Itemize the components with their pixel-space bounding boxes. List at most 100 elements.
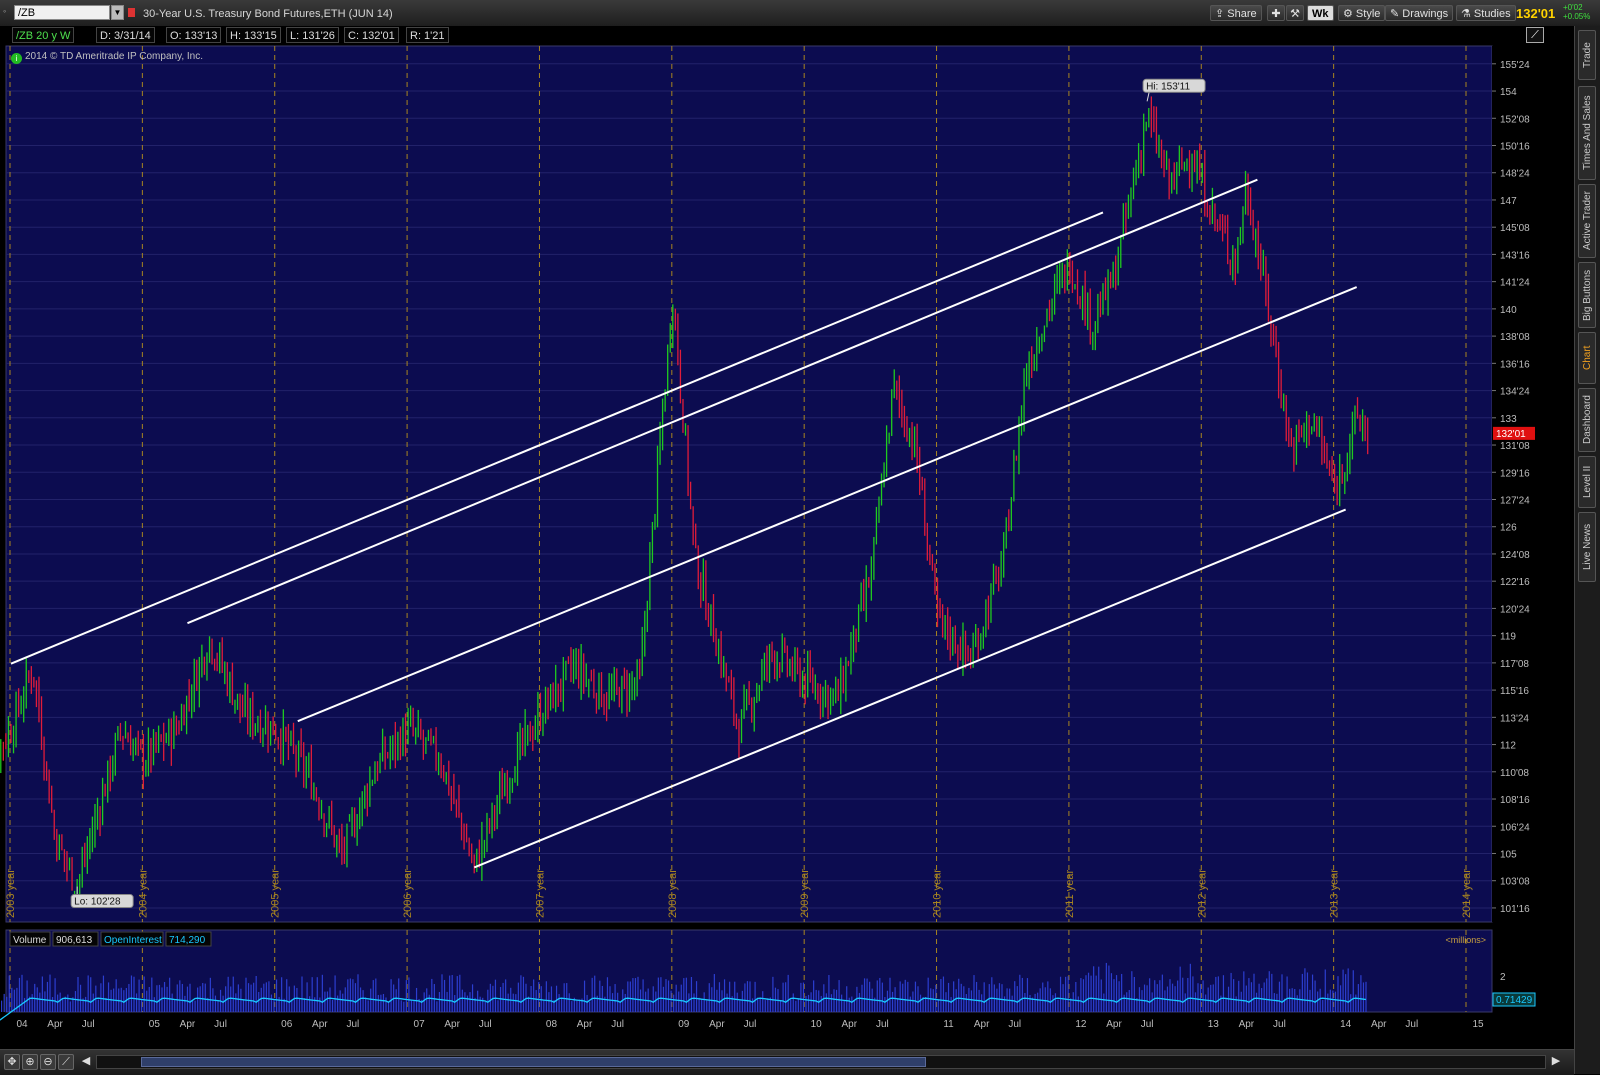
time-tick-label: Apr [974,1019,990,1030]
side-tab-active-trader[interactable]: Active Trader [1578,184,1596,258]
bottom-toolbar: ✥ ⊕ ⊖ ⟋ ◀ ▶ [0,1049,1574,1075]
oi-marker-label: 0.71429 [1496,995,1533,1006]
price-tick-label: 134'24 [1500,387,1530,398]
symbol-dropdown-icon[interactable]: ▼ [111,5,124,20]
share-label: Share [1227,8,1257,20]
price-tick-label: 141'24 [1500,278,1530,289]
zoom-out-icon[interactable]: ⊖ [40,1054,56,1070]
settings-tool-button[interactable]: ⚒ [1286,5,1304,21]
info-date: D: 3/31/14 [96,27,155,43]
price-tick-label: 113'24 [1500,713,1529,724]
time-tick-label: Apr [47,1019,63,1030]
copyright-text: 2014 © TD Ameritrade IP Company, Inc. [25,51,204,62]
price-tick-label: 101'16 [1500,904,1530,915]
price-tick-label: 154 [1500,87,1517,98]
time-tick-label: Jul [1141,1019,1154,1030]
time-tick-label: Jul [876,1019,889,1030]
info-high: H: 133'15 [226,27,281,43]
year-label: 2004 year [137,869,149,918]
time-tick-label: Jul [1405,1019,1418,1030]
time-tick-label: Apr [841,1019,857,1030]
style-label: Style [1355,8,1381,20]
volume-label: Volume [13,935,47,946]
side-tab-live-news[interactable]: Live News [1578,512,1596,582]
side-tab-big-buttons[interactable]: Big Buttons [1578,262,1596,328]
price-tick-label: 126 [1500,523,1517,534]
studies-button[interactable]: ⚗ Studies [1456,5,1516,21]
wrench-icon: ⚒ [1290,8,1300,20]
year-label: 2006 year [402,869,414,918]
price-tick-label: 105 [1500,849,1517,860]
share-icon: ⇪ [1215,8,1228,20]
time-tick-label: Apr [444,1019,460,1030]
time-tick-label: Jul [479,1019,492,1030]
side-tab-trade[interactable]: Trade [1578,30,1596,80]
style-button[interactable]: ⚙ Style [1338,5,1386,21]
year-label: 2011 year [1064,870,1076,918]
time-tick-label: Jul [611,1019,624,1030]
green-status-icon: i [11,53,22,64]
volume-units-label: <millions> [1445,935,1486,945]
time-tick-label: Apr [577,1019,593,1030]
price-tick-label: 136'16 [1500,359,1530,370]
settings-corner-icon[interactable]: ⟋ [1526,27,1544,43]
price-tick-label: 143'16 [1500,250,1530,261]
time-scrollbar[interactable] [96,1055,1546,1069]
time-tick-label: 12 [1075,1019,1087,1030]
crosshair-tool-button[interactable]: ✚ [1267,5,1285,21]
year-label: 2003 year [5,869,17,918]
pencil-icon: ✎ [1390,8,1403,20]
share-button[interactable]: ⇪ Share [1210,5,1262,21]
price-tick-label: 147 [1500,196,1517,207]
side-tab-times-and-sales[interactable]: Times And Sales [1578,86,1596,180]
time-tick-label: 08 [546,1019,558,1030]
time-tick-label: 14 [1340,1019,1352,1030]
side-tab-dashboard[interactable]: Dashboard [1578,388,1596,452]
price-tick-label: 124'08 [1500,550,1530,561]
high-annotation: Hi: 153'11 [1146,81,1190,92]
side-tab-chart[interactable]: Chart [1578,332,1596,384]
price-tick-label: 112 [1500,741,1516,752]
chart-area[interactable]: 155'24 154 152'08 150'16 148'24 147 145'08 143'… [0,26,1600,1074]
pan-icon[interactable]: ✥ [4,1054,20,1070]
price-chart[interactable]: 155'24 154 152'08 150'16 148'24 147 145'08 143'… [0,26,1574,1049]
open-interest-value: 714,290 [169,935,206,946]
year-label: 2005 year [270,869,282,918]
price-tick-label: 129'16 [1500,468,1530,479]
time-tick-label: 11 [943,1019,954,1030]
price-tick-label: 155'24 [1500,60,1530,71]
period-button[interactable]: Wk [1307,5,1334,21]
symbol-input[interactable]: /ZB [14,5,110,20]
side-tab-level-ii[interactable]: Level II [1578,456,1596,508]
drawings-button[interactable]: ✎ Drawings [1385,5,1454,21]
scroll-left-icon[interactable]: ◀ [78,1054,94,1070]
style-icon: ⚙ [1343,8,1356,20]
scrollbar-thumb[interactable] [141,1057,926,1067]
symbol-period[interactable]: /ZB 20 y W [12,27,75,43]
price-tick-label: 127'24 [1500,495,1530,506]
time-tick-label: Jul [744,1019,757,1030]
price-tick-label: 106'24 [1500,822,1530,833]
price-tick-label: 131'08 [1500,441,1530,452]
studies-icon: ⚗ [1461,8,1474,20]
time-tick-label: 13 [1208,1019,1220,1030]
scroll-right-icon[interactable]: ▶ [1548,1054,1564,1070]
volume-tick-label: 2 [1500,972,1506,983]
flag-icon[interactable] [128,8,135,17]
time-tick-label: Apr [312,1019,328,1030]
draw-line-icon[interactable]: ⟋ [58,1054,74,1070]
time-tick-label: 15 [1472,1019,1484,1030]
time-tick-label: 09 [678,1019,690,1030]
copyright: i 2014 © TD Ameritrade IP Company, Inc. [11,51,203,64]
price-tick-label: 119 [1500,632,1516,643]
info-low: L: 131'26 [286,27,339,43]
time-tick-label: Apr [1371,1019,1387,1030]
zoom-in-icon[interactable]: ⊕ [22,1054,38,1070]
top-toolbar: ◦ /ZB ▼ 30-Year U.S. Treasury Bond Futur… [0,0,1600,27]
drawings-label: Drawings [1402,8,1449,20]
time-tick-label: 06 [281,1019,293,1030]
price-tick-label: 145'08 [1500,223,1530,234]
year-label: 2014 year [1461,869,1473,918]
time-tick-label: Jul [82,1019,95,1030]
price-change-points: +0'02 [1563,3,1583,12]
